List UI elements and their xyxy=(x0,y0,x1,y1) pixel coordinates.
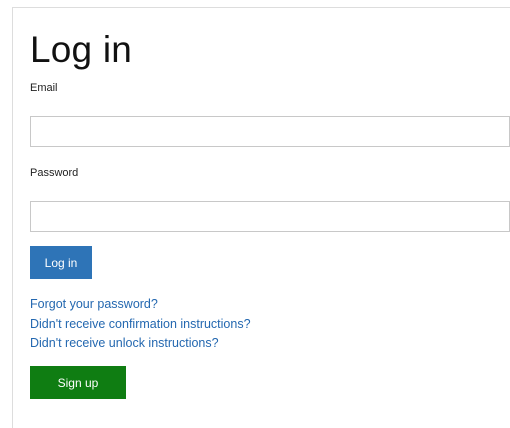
page-title: Log in xyxy=(30,29,133,70)
password-field[interactable] xyxy=(30,201,510,232)
password-label: Password xyxy=(30,167,79,179)
login-button[interactable]: Log in xyxy=(30,246,92,279)
email-field[interactable] xyxy=(30,116,510,147)
confirmation-instructions-link[interactable]: Didn't receive confirmation instructions… xyxy=(30,316,251,332)
signup-button[interactable]: Sign up xyxy=(30,366,126,399)
forgot-password-link[interactable]: Forgot your password? xyxy=(30,296,251,312)
login-panel: Log in Email Password Log in Forgot your… xyxy=(12,7,510,428)
help-links: Forgot your password? Didn't receive con… xyxy=(30,296,251,355)
email-label: Email xyxy=(30,82,58,94)
unlock-instructions-link[interactable]: Didn't receive unlock instructions? xyxy=(30,335,251,351)
